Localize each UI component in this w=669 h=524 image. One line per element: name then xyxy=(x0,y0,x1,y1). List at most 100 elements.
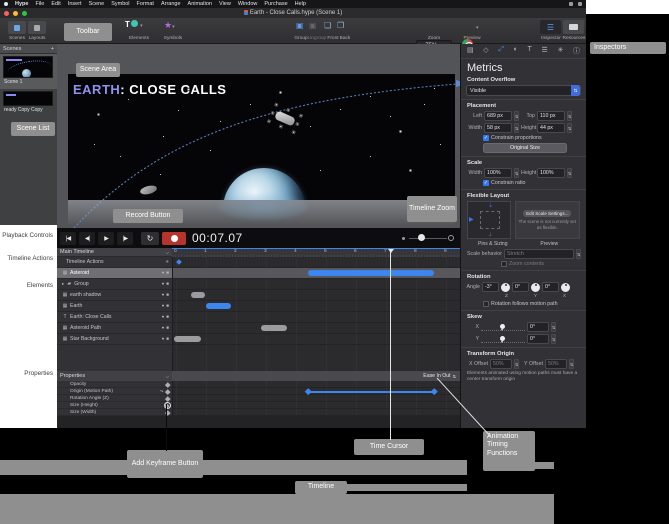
property-row-size-width-[interactable]: Size (Width) xyxy=(57,409,460,416)
menu-item-purchase[interactable]: Purchase xyxy=(264,1,287,7)
height-stepper[interactable]: ⇅ xyxy=(567,123,572,133)
keyframe-diamond[interactable] xyxy=(176,259,182,265)
edit-scale-settings-button[interactable]: Edit Scale Settings... xyxy=(523,210,572,217)
add-keyframe-button[interactable] xyxy=(164,403,170,408)
time-cursor[interactable] xyxy=(387,249,394,428)
original-size-button[interactable]: Original Size xyxy=(483,143,567,153)
lock-icon[interactable]: ■ xyxy=(166,281,169,287)
ungroup-icon[interactable]: ▣ xyxy=(309,21,317,30)
timeline-row-asteroid[interactable]: ▦ Asteroid ● ■ xyxy=(57,268,460,279)
add-keyframe-button[interactable] xyxy=(164,409,170,415)
menu-item-view[interactable]: View xyxy=(219,1,231,7)
scene-canvas[interactable]: EARTH: CLOSE CALLS xyxy=(68,74,455,200)
width-stepper[interactable]: ⇅ xyxy=(514,123,519,133)
left-field[interactable]: 689 px xyxy=(484,111,512,121)
x-offset-field[interactable]: 50% xyxy=(490,359,512,369)
eye-icon[interactable]: ● xyxy=(162,292,165,298)
lock-icon[interactable]: ■ xyxy=(166,325,169,331)
scene-thumbnail-2[interactable]: ready Copy Copy xyxy=(0,89,57,117)
properties-header[interactable]: Properties ⌵ Ease In Out ⇅ xyxy=(57,371,460,381)
menu-item-insert[interactable]: Insert xyxy=(68,1,82,7)
rotation-x-field[interactable]: 0° xyxy=(542,282,559,292)
lock-icon[interactable]: ■ xyxy=(166,303,169,309)
scale-width-field[interactable]: 100% xyxy=(484,168,512,178)
left-stepper[interactable]: ⇅ xyxy=(514,111,519,121)
asteroid-path-rock[interactable] xyxy=(139,184,158,196)
resources-button[interactable] xyxy=(563,20,584,34)
scenes-button[interactable] xyxy=(8,21,26,34)
eye-icon[interactable]: ● xyxy=(162,325,165,331)
skew-x-slider[interactable] xyxy=(481,323,525,331)
timeline-row-earth[interactable]: ▦ Earth ● ■ xyxy=(57,301,460,312)
property-row-size-height-[interactable]: Size (Height) xyxy=(57,402,460,409)
animation-bar[interactable] xyxy=(206,303,231,309)
elements-dropdown[interactable]: T ▾ xyxy=(125,20,155,33)
menu-item-help[interactable]: Help xyxy=(295,1,306,7)
gear-icon[interactable]: ✳ xyxy=(165,259,169,265)
tab-physics[interactable]: ✳ xyxy=(557,46,563,56)
add-keyframe-button[interactable] xyxy=(164,389,170,395)
timeline-zoom-slider[interactable] xyxy=(402,233,456,243)
frame-back-button[interactable]: ◀| xyxy=(79,231,95,245)
rotation-y-field[interactable]: 0° xyxy=(512,282,529,292)
loop-button[interactable]: ↻ xyxy=(141,231,159,245)
menu-item-edit[interactable]: Edit xyxy=(51,1,60,7)
lock-icon[interactable]: ■ xyxy=(166,336,169,342)
rotation-x-dial[interactable] xyxy=(561,282,570,292)
tab-element[interactable]: ◐ xyxy=(514,46,518,56)
easing-function-dropdown[interactable]: Ease In Out xyxy=(423,373,450,379)
rotation-z-dial[interactable] xyxy=(501,282,510,292)
timeline-row-star-background[interactable]: ▦ Star Background ● ■ xyxy=(57,334,460,345)
top-field[interactable]: 110 px xyxy=(537,111,565,121)
y-offset-field[interactable]: 50% xyxy=(545,359,567,369)
disclosure-icon[interactable]: ▸ xyxy=(62,281,64,287)
tab-document[interactable]: ▤ xyxy=(467,46,474,56)
add-keyframe-button[interactable] xyxy=(164,395,170,401)
front-icon[interactable]: ❏ xyxy=(324,21,331,30)
lock-icon[interactable]: ■ xyxy=(166,314,169,320)
layouts-button[interactable] xyxy=(28,21,46,34)
play-button[interactable]: ▶ xyxy=(98,231,114,245)
eye-icon[interactable]: ● xyxy=(162,314,165,320)
scale-behavior-dropdown[interactable]: Stretch xyxy=(504,249,574,259)
add-scene-button[interactable]: + xyxy=(51,46,54,52)
skew-y-slider[interactable] xyxy=(481,335,525,343)
tab-actions[interactable]: ☰ xyxy=(542,46,548,56)
rotation-follows-path-checkbox[interactable]: ✓ xyxy=(483,301,489,307)
menu-item-hype[interactable]: Hype xyxy=(15,1,28,7)
scale-height-field[interactable]: 100% xyxy=(537,168,565,178)
property-row-rotation-angle-z-[interactable]: Rotation Angle (Z) xyxy=(57,395,460,402)
height-field[interactable]: 44 px xyxy=(537,123,565,133)
timeline-row-group[interactable]: ▸ ▰ Group ● ■ xyxy=(57,279,460,290)
lock-icon[interactable]: ■ xyxy=(166,270,169,276)
menu-item-symbol[interactable]: Symbol xyxy=(111,1,129,7)
property-row-origin-motion-path-[interactable]: Origin (Motion Path) ↷ xyxy=(57,388,460,395)
jump-to-start-button[interactable]: |◀ xyxy=(60,231,76,245)
menu-item-format[interactable]: Format xyxy=(137,1,154,7)
timeline-row-earth-close-calls[interactable]: T Earth: Close Calls ● ■ xyxy=(57,312,460,323)
scene-thumbnail-1[interactable]: Scene 1 xyxy=(0,54,57,89)
menu-item-scene[interactable]: Scene xyxy=(89,1,105,7)
constrain-ratio-checkbox[interactable]: ✓ xyxy=(483,180,489,186)
menu-item-file[interactable]: File xyxy=(35,1,44,7)
tab-scene[interactable]: ◇ xyxy=(483,46,488,56)
skew-x-field[interactable]: 0° xyxy=(527,322,549,332)
eye-icon[interactable]: ● xyxy=(162,336,165,342)
animation-bar[interactable] xyxy=(308,270,434,276)
timeline-selector[interactable]: Main Timeline ⌵ xyxy=(57,248,172,257)
menu-item-animation[interactable]: Animation xyxy=(188,1,212,7)
zoom-contents-checkbox[interactable]: ✓ xyxy=(501,261,507,267)
tab-identity[interactable]: ⓘ xyxy=(573,46,580,56)
add-keyframe-button[interactable] xyxy=(164,381,170,387)
timeline-row-timeline-actions[interactable]: Timeline Actions ✳ xyxy=(57,257,460,268)
symbols-dropdown[interactable]: ★▾ xyxy=(164,20,188,33)
frame-forward-button[interactable]: |▶ xyxy=(117,231,133,245)
pins-sizing-control[interactable]: ⇣ ▶ ⊥ xyxy=(467,201,511,239)
top-stepper[interactable]: ⇅ xyxy=(567,111,572,121)
eye-icon[interactable]: ● xyxy=(162,281,165,287)
eye-icon[interactable]: ● xyxy=(162,303,165,309)
back-icon[interactable]: ❐ xyxy=(337,21,344,30)
timeline-row-asteroid-path[interactable]: ▦ Asteroid Path ● ■ xyxy=(57,323,460,334)
lock-icon[interactable]: ■ xyxy=(166,292,169,298)
scene-title-text[interactable]: EARTH: CLOSE CALLS xyxy=(73,82,226,97)
